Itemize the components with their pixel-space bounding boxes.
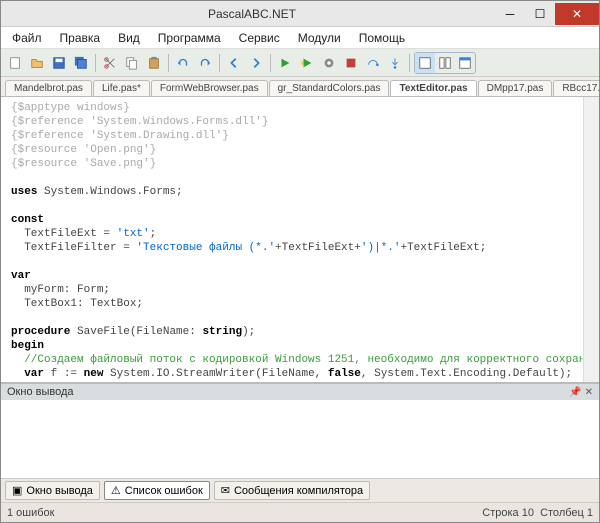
output-title: Окно вывода [7, 386, 74, 398]
vertical-scrollbar[interactable] [583, 97, 599, 382]
arrow-left-icon [227, 56, 241, 70]
redo-icon [198, 56, 212, 70]
floppy-multi-icon [74, 56, 88, 70]
arrow-right-icon [249, 56, 263, 70]
close-button[interactable]: ✕ [555, 3, 599, 25]
play-bolt-icon [300, 56, 314, 70]
statusbar: 1 ошибок Строка 10 Столбец 1 [1, 502, 599, 522]
menu-edit[interactable]: Правка [51, 28, 110, 48]
step-over-icon [366, 56, 380, 70]
menubar: Файл Правка Вид Программа Сервис Модули … [1, 27, 599, 49]
stop-button[interactable] [341, 53, 361, 73]
play-icon [278, 56, 292, 70]
panel-close-icon[interactable]: ✕ [585, 387, 593, 398]
cut-button[interactable] [100, 53, 120, 73]
tab-life[interactable]: Life.pas* [93, 80, 150, 96]
menu-service[interactable]: Сервис [230, 28, 289, 48]
tab-standardcolors[interactable]: gr_StandardColors.pas [269, 80, 390, 96]
btab-output[interactable]: ▣Окно вывода [5, 481, 100, 500]
toolbar [1, 49, 599, 77]
layout-form-button[interactable] [455, 53, 475, 73]
run-button[interactable] [275, 53, 295, 73]
layout-code-button[interactable] [415, 53, 435, 73]
menu-modules[interactable]: Модули [289, 28, 350, 48]
code-editor[interactable]: {$apptype windows} {$reference 'System.W… [1, 97, 583, 382]
nav-back-button[interactable] [224, 53, 244, 73]
nav-forward-button[interactable] [246, 53, 266, 73]
copy-button[interactable] [122, 53, 142, 73]
editor-tabbar: Mandelbrot.pas Life.pas* FormWebBrowser.… [1, 77, 599, 97]
terminal-icon: ▣ [12, 484, 22, 497]
separator [168, 54, 169, 72]
tab-rbcc17[interactable]: RBcc17.pas [553, 80, 599, 96]
document-icon [8, 56, 22, 70]
btab-errors[interactable]: ⚠Список ошибок [104, 481, 210, 500]
redo-button[interactable] [195, 53, 215, 73]
editor-area: {$apptype windows} {$reference 'System.W… [1, 97, 599, 382]
undo-button[interactable] [173, 53, 193, 73]
tab-texteditor[interactable]: TextEditor.pas [390, 80, 476, 96]
scissors-icon [103, 56, 117, 70]
tab-formwebbrowser[interactable]: FormWebBrowser.pas [151, 80, 268, 96]
gear-icon [322, 56, 336, 70]
output-panel: Окно вывода 📌 ✕ [1, 382, 599, 478]
status-column: Столбец 1 [540, 507, 593, 519]
layout-split-button[interactable] [435, 53, 455, 73]
status-errors: 1 ошибок [7, 507, 55, 519]
error-list-icon: ⚠ [111, 484, 121, 497]
maximize-button[interactable]: ☐ [525, 3, 555, 25]
paste-button[interactable] [144, 53, 164, 73]
save-all-button[interactable] [71, 53, 91, 73]
open-file-button[interactable] [27, 53, 47, 73]
compile-button[interactable] [319, 53, 339, 73]
main-window: PascalABC.NET ─ ☐ ✕ Файл Правка Вид Прог… [0, 0, 600, 523]
pin-icon[interactable]: 📌 [569, 387, 581, 398]
stop-icon [344, 56, 358, 70]
separator [219, 54, 220, 72]
run-no-debug-button[interactable] [297, 53, 317, 73]
window-controls: ─ ☐ ✕ [495, 3, 599, 25]
layout-split-icon [438, 56, 452, 70]
btab-compiler[interactable]: ✉Сообщения компилятора [214, 481, 370, 500]
app-title: PascalABC.NET [9, 7, 495, 21]
menu-view[interactable]: Вид [109, 28, 149, 48]
separator [409, 54, 410, 72]
tab-dmpp17[interactable]: DMpp17.pas [478, 80, 553, 96]
step-into-button[interactable] [385, 53, 405, 73]
message-icon: ✉ [221, 484, 230, 497]
tab-mandelbrot[interactable]: Mandelbrot.pas [5, 80, 92, 96]
status-line: Строка 10 [482, 507, 534, 519]
layout-mode-group [414, 52, 476, 74]
output-body[interactable] [1, 400, 599, 478]
minimize-button[interactable]: ─ [495, 3, 525, 25]
layout-window-icon [458, 56, 472, 70]
bottom-tabbar: ▣Окно вывода ⚠Список ошибок ✉Сообщения к… [1, 478, 599, 502]
floppy-icon [52, 56, 66, 70]
menu-file[interactable]: Файл [3, 28, 51, 48]
folder-open-icon [30, 56, 44, 70]
titlebar: PascalABC.NET ─ ☐ ✕ [1, 1, 599, 27]
undo-icon [176, 56, 190, 70]
save-button[interactable] [49, 53, 69, 73]
copy-icon [125, 56, 139, 70]
new-file-button[interactable] [5, 53, 25, 73]
step-over-button[interactable] [363, 53, 383, 73]
layout-single-icon [418, 56, 432, 70]
menu-program[interactable]: Программа [149, 28, 230, 48]
step-into-icon [388, 56, 402, 70]
separator [270, 54, 271, 72]
output-header: Окно вывода 📌 ✕ [1, 384, 599, 400]
clipboard-icon [147, 56, 161, 70]
menu-help[interactable]: Помощь [350, 28, 414, 48]
separator [95, 54, 96, 72]
